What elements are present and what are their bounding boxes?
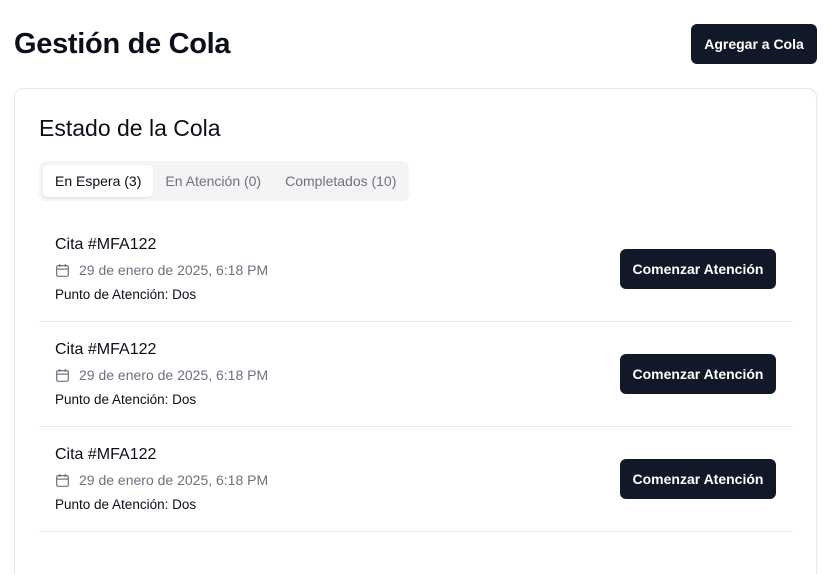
list-item: Cita #MFA122 29 de enero de 2025, 6:18 P…	[39, 427, 793, 532]
appointment-date-text: 29 de enero de 2025, 6:18 PM	[79, 367, 269, 383]
start-attention-button[interactable]: Comenzar Atención	[620, 249, 776, 289]
tab-completed[interactable]: Completados (10)	[273, 165, 408, 197]
start-attention-button[interactable]: Comenzar Atención	[620, 459, 776, 499]
appointment-date: 29 de enero de 2025, 6:18 PM	[55, 262, 268, 278]
queue-list: Cita #MFA122 29 de enero de 2025, 6:18 P…	[39, 217, 793, 532]
appointment-date: 29 de enero de 2025, 6:18 PM	[55, 472, 268, 488]
calendar-icon	[56, 368, 69, 382]
add-to-queue-button[interactable]: Agregar a Cola	[691, 24, 817, 64]
appointment-date: 29 de enero de 2025, 6:18 PM	[55, 367, 268, 383]
appointment-title: Cita #MFA122	[55, 341, 157, 358]
calendar-icon	[56, 263, 69, 277]
appointment-date-text: 29 de enero de 2025, 6:18 PM	[79, 262, 269, 278]
list-item: Cita #MFA122 29 de enero de 2025, 6:18 P…	[39, 217, 793, 322]
queue-status-card: Estado de la Cola En Espera (3) En Atenc…	[14, 88, 817, 574]
appointment-title: Cita #MFA122	[55, 446, 157, 463]
page-title: Gestión de Cola	[14, 28, 231, 60]
attention-point: Punto de Atención: Dos	[55, 392, 197, 407]
start-attention-button[interactable]: Comenzar Atención	[620, 354, 776, 394]
calendar-icon	[56, 473, 69, 487]
tab-waiting[interactable]: En Espera (3)	[43, 165, 154, 197]
card-title: Estado de la Cola	[39, 115, 221, 141]
appointment-title: Cita #MFA122	[55, 236, 157, 253]
tab-in-attention[interactable]: En Atención (0)	[153, 165, 273, 197]
attention-point: Punto de Atención: Dos	[55, 497, 197, 512]
appointment-date-text: 29 de enero de 2025, 6:18 PM	[79, 472, 269, 488]
queue-tabs: En Espera (3) En Atención (0) Completado…	[39, 161, 409, 201]
attention-point: Punto de Atención: Dos	[55, 287, 197, 302]
list-item: Cita #MFA122 29 de enero de 2025, 6:18 P…	[39, 322, 793, 427]
